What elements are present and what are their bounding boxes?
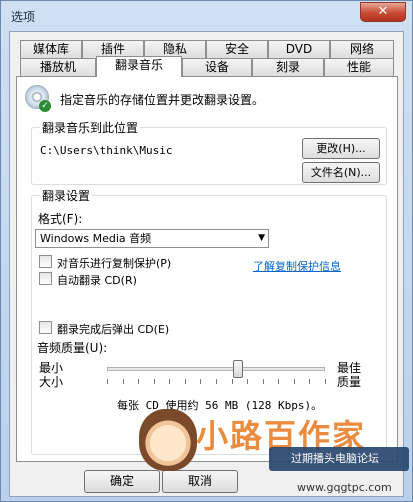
- tab-performance[interactable]: 性能: [324, 58, 394, 76]
- slider-tick: [293, 379, 295, 384]
- title-bar: 选项 ✕: [1, 1, 412, 29]
- close-button[interactable]: ✕: [360, 2, 406, 22]
- watermark-mascot: [139, 409, 197, 471]
- tab-library[interactable]: 媒体库: [20, 40, 82, 58]
- slider-tick: [138, 379, 140, 384]
- tab-network[interactable]: 网络: [330, 40, 394, 58]
- rip-location-group: 翻录音乐到此位置 C:\Users\think\Music 更改(H)... 文…: [31, 119, 387, 185]
- tab-rip-music[interactable]: 翻录音乐: [96, 56, 182, 77]
- slider-tick: [325, 379, 326, 384]
- slider-tick: [107, 379, 108, 384]
- rip-music-panel: ✓ 指定音乐的存储位置并更改翻录设置。 翻录音乐到此位置 C:\Users\th…: [16, 76, 398, 462]
- eject-after-rip-label: 翻录完成后弹出 CD(E): [57, 323, 170, 336]
- rip-location-title: 翻录音乐到此位置: [40, 119, 141, 136]
- tab-dvd[interactable]: DVD: [268, 40, 330, 58]
- slider-tick: [278, 379, 280, 384]
- rip-settings-title: 翻录设置: [40, 187, 93, 204]
- watermark-badge: 过期播头电脑论坛: [269, 447, 409, 471]
- copy-protect-checkbox[interactable]: [39, 255, 52, 268]
- tab-burn[interactable]: 刻录: [252, 58, 324, 76]
- copy-protect-label: 对音乐进行复制保护(P): [57, 257, 172, 270]
- auto-rip-checkbox[interactable]: [39, 272, 52, 285]
- tab-player[interactable]: 播放机: [20, 58, 96, 76]
- audio-quality-label: 音频质量(U):: [37, 341, 108, 355]
- slider-tick: [184, 379, 186, 384]
- cancel-button[interactable]: 取消: [162, 470, 238, 493]
- slider-tick: [200, 379, 202, 384]
- check-icon: ✓: [39, 100, 51, 112]
- change-location-button[interactable]: 更改(H)...: [302, 138, 380, 159]
- ok-button[interactable]: 确定: [84, 470, 160, 493]
- quality-slider-thumb[interactable]: [232, 360, 243, 378]
- rip-location-path: C:\Users\think\Music: [40, 144, 173, 157]
- slider-tick: [309, 379, 311, 384]
- best-quality-label-bottom: 质量: [337, 375, 362, 389]
- learn-copy-protection-link[interactable]: 了解复制保护信息: [253, 258, 341, 274]
- options-dialog: 选项 ✕ 媒体库 插件 隐私 安全 DVD 网络 播放机 翻录音乐 设备 刻录 …: [0, 0, 413, 502]
- file-name-button[interactable]: 文件名(N)...: [302, 162, 380, 183]
- format-select-value: Windows Media 音频: [40, 232, 152, 245]
- eject-after-rip-checkbox[interactable]: [39, 321, 52, 334]
- slider-tick: [169, 379, 171, 384]
- slider-tick: [231, 379, 233, 384]
- format-label: 格式(F):: [38, 212, 83, 226]
- slider-tick: [153, 379, 155, 384]
- min-size-label-bottom: 大小: [39, 375, 64, 389]
- tab-security[interactable]: 安全: [206, 40, 268, 58]
- slider-tick: [216, 379, 217, 384]
- auto-rip-label: 自动翻录 CD(R): [57, 274, 137, 287]
- chevron-down-icon: ▼: [258, 233, 265, 243]
- tab-devices[interactable]: 设备: [182, 58, 252, 76]
- quality-slider-track[interactable]: [107, 367, 325, 371]
- slider-tick: [247, 379, 249, 384]
- slider-tick: [122, 379, 124, 384]
- watermark-url: www.gqgtpc.com: [297, 481, 392, 494]
- slider-tick: [262, 379, 264, 384]
- intro-text: 指定音乐的存储位置并更改翻录设置。: [60, 93, 265, 107]
- format-select[interactable]: Windows Media 音频 ▼: [35, 229, 269, 248]
- window-title: 选项: [11, 10, 36, 24]
